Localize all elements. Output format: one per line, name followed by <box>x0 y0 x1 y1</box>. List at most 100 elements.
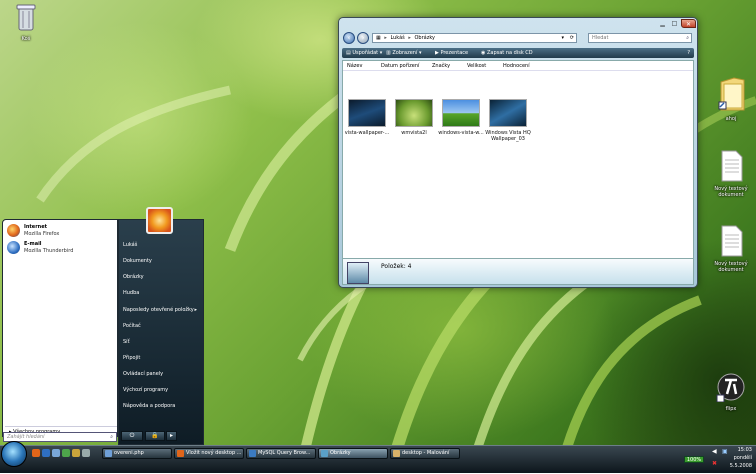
firefox-icon <box>177 450 184 457</box>
file-list[interactable]: Název Datum pořízení Značky Velikost Hod… <box>342 60 694 270</box>
file-name: vista-wallpaper-... <box>344 130 390 136</box>
file-thumbnail[interactable]: wmvista2l <box>390 99 438 136</box>
link-documents[interactable]: Dokumenty <box>123 258 152 264</box>
paint-icon <box>393 450 400 457</box>
firefox-icon <box>7 224 20 237</box>
minimize-button[interactable]: ▁ <box>657 19 668 28</box>
file-thumbnail[interactable]: vista-wallpaper-... <box>343 99 391 136</box>
search-input[interactable]: Hledat ⌕ <box>588 33 692 43</box>
link-control-panel[interactable]: Ovládací panely <box>123 371 163 377</box>
file-name: wmvista2l <box>401 130 427 136</box>
php-file-icon <box>105 450 112 457</box>
taskbar-button[interactable]: overeni.php <box>102 448 172 459</box>
taskbar-button[interactable]: MySQL Query Brow... <box>246 448 316 459</box>
pictures-folder-icon <box>321 450 328 457</box>
search-placeholder: Hledat <box>592 35 609 41</box>
start-menu-programs-pane: Internet Mozilla Firefox E-mail Mozilla … <box>2 219 118 437</box>
clock-date[interactable]: 5.5.2008 <box>730 463 752 469</box>
file-thumbnail[interactable]: windows-vista-w... <box>437 99 485 136</box>
network-icon[interactable]: ▣ <box>722 448 728 455</box>
clock-time[interactable]: 15:03 <box>738 447 752 453</box>
pinned-title: E-mail <box>24 241 42 247</box>
burn-disc-button[interactable]: ◉ Zapsat na disk CD <box>481 48 533 58</box>
column-header-name[interactable]: Název <box>347 63 362 69</box>
column-headers: Název Datum pořízení Značky Velikost Hod… <box>343 61 693 71</box>
column-header-tags[interactable]: Značky <box>432 63 450 69</box>
desktop-icon-text-document-2[interactable]: Nový textový dokument <box>706 225 756 273</box>
address-bar[interactable]: ▦ ▸ Lukáš ▸ Obrázky ▾ ⟳ <box>372 33 577 43</box>
search-icon[interactable]: ⌕ <box>686 34 689 42</box>
start-menu-places-pane: Lukáš Dokumenty Obrázky Hudba Naposledy … <box>118 219 204 445</box>
image-preview <box>489 99 527 127</box>
switch-windows-icon[interactable] <box>62 449 70 457</box>
image-preview <box>442 99 480 127</box>
show-desktop-icon[interactable] <box>52 449 60 457</box>
file-thumbnail[interactable]: Windows Vista HQ Wallpaper_03 <box>484 99 532 142</box>
start-button[interactable] <box>1 441 27 467</box>
image-preview <box>395 99 433 127</box>
power-button[interactable]: ⏻ <box>121 431 143 441</box>
close-button[interactable]: ✕ <box>681 19 696 28</box>
organize-button[interactable]: ▤ Uspořádat ▾ <box>346 48 382 58</box>
breadcrumb-root[interactable]: Lukáš <box>390 35 404 41</box>
firefox-quicklaunch-icon[interactable] <box>32 449 40 457</box>
link-computer[interactable]: Počítač <box>123 323 141 329</box>
link-recent-items[interactable]: Naposledy otevřené položky <box>123 307 194 313</box>
back-button[interactable]: ‹ <box>343 32 355 44</box>
taskbar-button[interactable]: Vložit nový desktop ... <box>174 448 244 459</box>
submenu-arrow-icon: ▸ <box>194 307 197 313</box>
text-document-icon <box>721 225 743 257</box>
desktop-icon-label: Nový textový dokument <box>714 186 748 198</box>
app-quicklaunch-icon[interactable] <box>82 449 90 457</box>
desktop-icon-recycle-bin[interactable]: Koš <box>1 2 51 42</box>
system-tray: 100% ◀ ▣ ✖ 15:03 pondělí 5.5.2008 <box>676 446 756 474</box>
link-help-support[interactable]: Nápověda a podpora <box>123 403 175 409</box>
mysql-icon <box>249 450 256 457</box>
column-header-size[interactable]: Velikost <box>467 63 486 69</box>
refresh-icon[interactable]: ⟳ <box>570 34 574 42</box>
clock-day[interactable]: pondělí <box>734 455 752 461</box>
desktop-icon-label: Nový textový dokument <box>714 261 748 273</box>
taskbar-button[interactable]: desktop - Malování <box>390 448 460 459</box>
pinned-subtitle: Mozilla Firefox <box>24 231 60 237</box>
start-menu: Internet Mozilla Firefox E-mail Mozilla … <box>0 207 205 445</box>
slideshow-button[interactable]: ▶ Prezentace <box>435 48 468 58</box>
link-network[interactable]: Síť <box>123 339 130 345</box>
explorer-quicklaunch-icon[interactable] <box>72 449 80 457</box>
maximize-button[interactable]: □ <box>669 19 680 28</box>
link-music[interactable]: Hudba <box>123 290 139 296</box>
link-user[interactable]: Lukáš <box>123 242 137 248</box>
desktop-icon-flipx[interactable]: flipx <box>706 372 756 412</box>
column-header-date[interactable]: Datum pořízení <box>381 63 419 69</box>
pictures-folder-icon <box>347 262 369 284</box>
help-icon[interactable]: ? <box>687 48 690 58</box>
link-pictures[interactable]: Obrázky <box>123 274 144 280</box>
link-default-programs[interactable]: Výchozí programy <box>123 387 168 393</box>
user-avatar[interactable] <box>146 207 173 234</box>
thunderbird-quicklaunch-icon[interactable] <box>42 449 50 457</box>
security-alert-icon[interactable]: ✖ <box>712 460 717 467</box>
file-name: windows-vista-w... <box>438 130 484 136</box>
lock-button[interactable]: 🔒 <box>145 431 165 441</box>
image-preview <box>348 99 386 127</box>
volume-icon[interactable]: ◀ <box>712 448 717 455</box>
link-connect[interactable]: Připojit <box>123 355 140 361</box>
explorer-window[interactable]: ▁ □ ✕ ‹ › ▦ ▸ Lukáš ▸ Obrázky ▾ ⟳ Hledat… <box>338 17 698 288</box>
file-name: Windows Vista HQ Wallpaper_03 <box>485 130 531 142</box>
pinned-email[interactable]: E-mail Mozilla Thunderbird <box>7 240 115 256</box>
column-header-rating[interactable]: Hodnocení <box>503 63 530 69</box>
desktop-icon-folder-ahoj[interactable]: ahoj <box>706 76 756 122</box>
desktop-icon-text-document-1[interactable]: Nový textový dokument <box>706 150 756 198</box>
breadcrumb-folder[interactable]: Obrázky <box>414 35 435 41</box>
title-bar[interactable]: ▁ □ ✕ <box>339 18 697 30</box>
views-button[interactable]: ▥ Zobrazení ▾ <box>386 48 421 58</box>
forward-button[interactable]: › <box>357 32 369 44</box>
pinned-internet[interactable]: Internet Mozilla Firefox <box>7 223 115 239</box>
pinned-title: Internet <box>24 224 48 230</box>
zoom-indicator[interactable]: 100% <box>684 456 704 463</box>
dropdown-arrow-icon[interactable]: ▾ <box>561 34 564 42</box>
power-options-arrow[interactable]: ▸ <box>166 431 177 441</box>
taskbar-button-active[interactable]: Obrázky <box>318 448 388 459</box>
search-icon[interactable]: ⌕ <box>110 433 113 441</box>
start-search-input[interactable]: Zahájit hledání ⌕ <box>3 432 117 442</box>
